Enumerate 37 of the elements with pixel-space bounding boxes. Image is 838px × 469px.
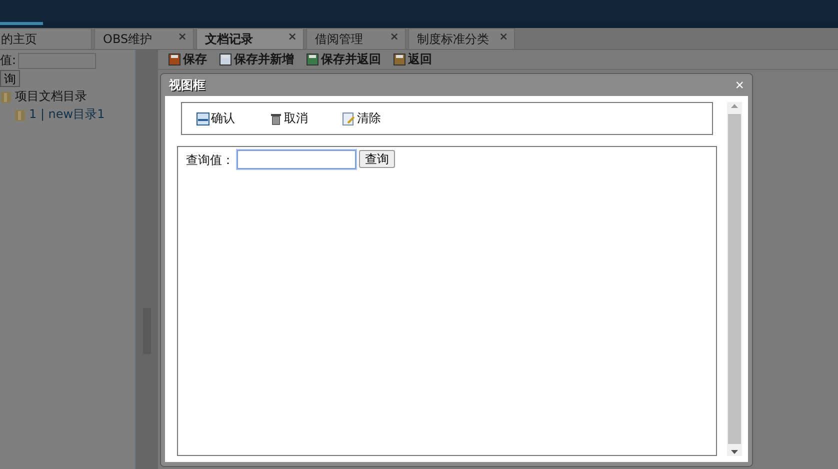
- tab[interactable]: 文档记录 ×: [196, 28, 304, 49]
- toolbar-button[interactable]: 保存并返回: [306, 51, 381, 68]
- search-label: 查询值：: [186, 152, 234, 169]
- scrollbar[interactable]: [727, 102, 742, 456]
- dialog-title: 视图框: [169, 76, 205, 94]
- toolbar-button[interactable]: 清除: [342, 110, 381, 127]
- scroll-down-icon[interactable]: [730, 447, 739, 456]
- tab-close-button[interactable]: ×: [390, 30, 399, 43]
- folder-icon: [0, 90, 12, 104]
- search-field[interactable]: [18, 52, 96, 68]
- toolbar-button[interactable]: 保存并新增: [219, 51, 294, 68]
- close-button[interactable]: ×: [735, 78, 744, 92]
- toolbar-button[interactable]: 返回: [393, 51, 432, 68]
- tab-close-button[interactable]: ×: [499, 30, 508, 43]
- search-button[interactable]: 询: [0, 70, 20, 87]
- tree-item[interactable]: 1 | new目录1: [29, 106, 105, 123]
- tab[interactable]: 制度标准分类 ×: [408, 28, 516, 49]
- toolbar-button[interactable]: 确认: [196, 110, 235, 127]
- folder-icon: [14, 108, 26, 122]
- search-button[interactable]: 查询: [359, 150, 395, 168]
- tab[interactable]: OBS维护 ×: [94, 28, 194, 49]
- document-edit-icon: [342, 112, 356, 126]
- tree-item[interactable]: 项目文档目录: [15, 88, 87, 105]
- scrollbar-thumb[interactable]: [728, 114, 741, 444]
- search-field[interactable]: [237, 150, 356, 169]
- save-icon: [168, 53, 181, 66]
- search-label: 值:: [0, 52, 16, 69]
- tab-close-button[interactable]: ×: [178, 30, 187, 43]
- save-icon: [196, 112, 210, 126]
- scroll-up-icon[interactable]: [730, 102, 739, 111]
- toolbar-button[interactable]: 保存: [168, 51, 207, 68]
- trash-icon: [269, 112, 283, 126]
- progress-stripe: [0, 22, 43, 25]
- tab[interactable]: 的主页: [0, 28, 92, 49]
- toolbar-button[interactable]: 取消: [269, 110, 308, 127]
- tab[interactable]: 借阅管理 ×: [306, 28, 406, 49]
- tab-close-button[interactable]: ×: [288, 30, 297, 43]
